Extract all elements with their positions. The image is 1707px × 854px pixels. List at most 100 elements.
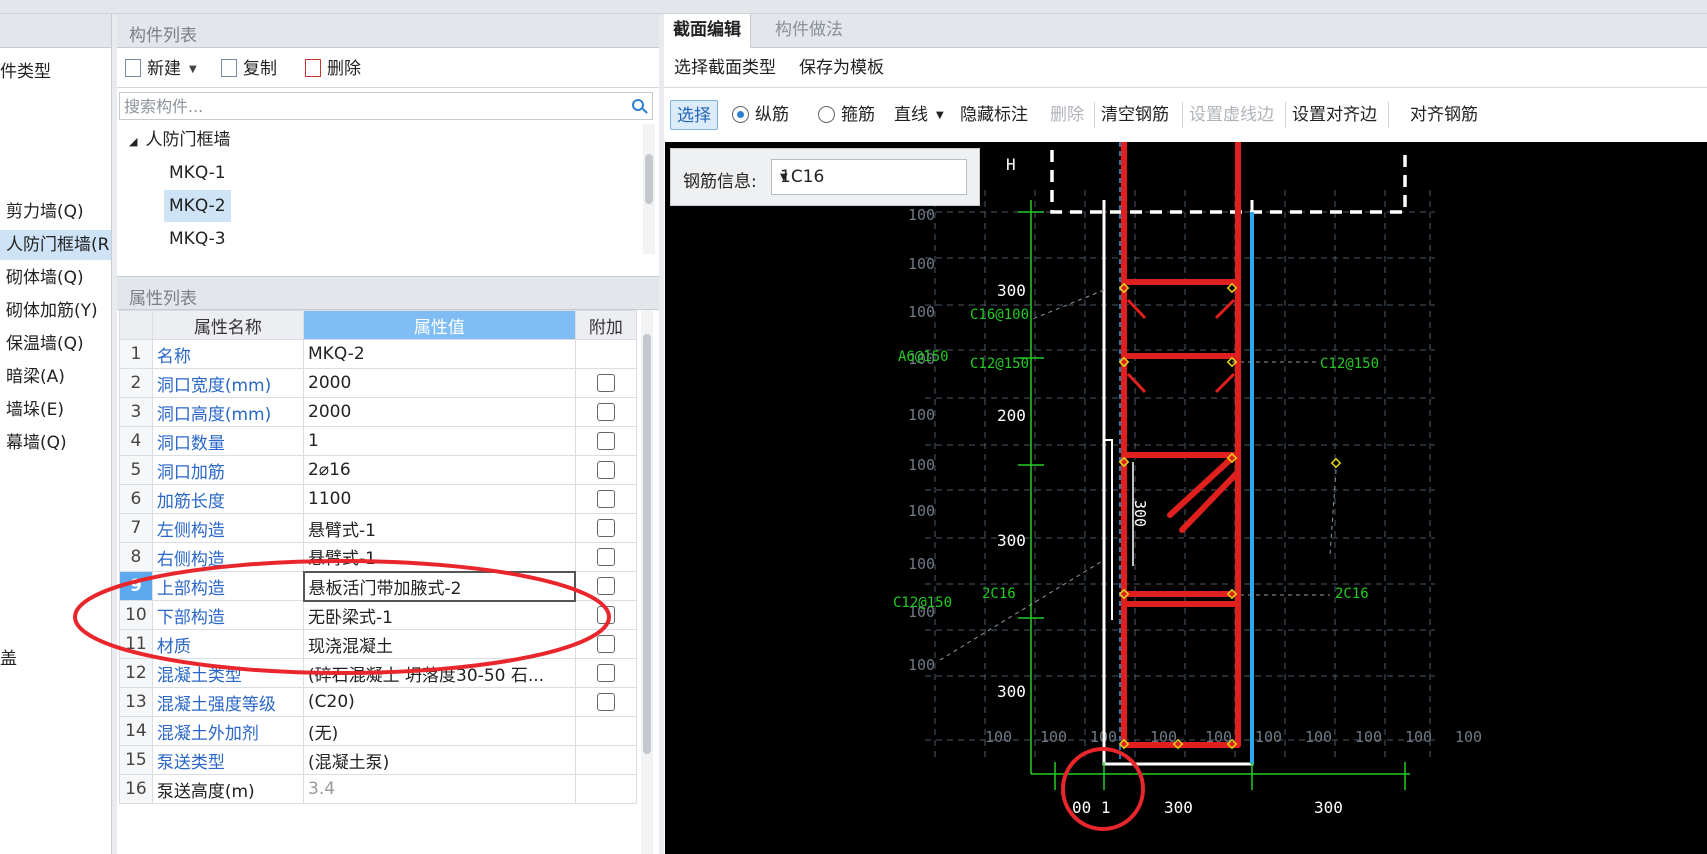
property-value[interactable]: MKQ-2	[303, 339, 576, 369]
extra-checkbox[interactable]	[596, 519, 615, 537]
bottom-dim-1: 00 1	[1072, 798, 1111, 817]
dim-left-1: 300	[997, 281, 1026, 300]
property-value[interactable]: 悬板活门带加腋式-2	[302, 570, 577, 602]
line-dropdown[interactable]: 直线 ▼	[894, 100, 944, 130]
copy-button[interactable]: 复制	[221, 56, 277, 82]
tab-component-method[interactable]: 构件做法	[766, 14, 852, 48]
property-value[interactable]: 无卧梁式-1	[303, 600, 576, 630]
delete-button[interactable]: 删除	[305, 56, 361, 82]
table-row[interactable]: 10 下部构造 无卧梁式-1	[119, 600, 638, 630]
select-button[interactable]: 选择	[670, 100, 718, 130]
table-row[interactable]: 4 洞口数量 1	[119, 426, 638, 456]
property-value[interactable]: 2⌀16	[303, 455, 576, 485]
property-value[interactable]: 2000	[303, 397, 576, 427]
table-row[interactable]: 11 材质 现浇混凝土	[119, 629, 638, 659]
extra-checkbox[interactable]	[596, 693, 615, 711]
collapse-triangle-icon[interactable]: ◢	[129, 135, 137, 148]
tree-item-curtain-wall[interactable]: 幕墙(Q)	[6, 428, 67, 458]
table-row[interactable]: 7 左侧构造 悬臂式-1	[119, 513, 638, 543]
table-row[interactable]: 1 名称 MKQ-2	[119, 339, 638, 369]
extra-checkbox[interactable]	[596, 664, 615, 682]
tree-item-hidden-beam[interactable]: 暗梁(A)	[6, 362, 65, 392]
new-button[interactable]: 新建 ▼	[125, 56, 197, 82]
table-row[interactable]: 16 泵送高度(m) 3.4	[119, 774, 638, 804]
property-value[interactable]: (混凝土泵)	[303, 745, 576, 775]
component-item-mkq2[interactable]: MKQ-2	[164, 190, 231, 222]
property-value[interactable]: 2000	[303, 368, 576, 398]
component-tree-scrollbar[interactable]	[643, 124, 655, 254]
extra-checkbox[interactable]	[596, 432, 615, 450]
dim-left-2: 200	[997, 406, 1026, 425]
rebar-label-c12-150-left: C12@150	[970, 356, 1029, 372]
radio-unchecked-icon	[818, 106, 835, 123]
extra-checkbox[interactable]	[596, 461, 615, 479]
extra-checkbox[interactable]	[596, 374, 615, 392]
extra-cell	[574, 368, 638, 398]
table-row[interactable]: 15 泵送类型 (混凝土泵)	[119, 745, 638, 775]
tree-item-masonry-wall[interactable]: 砌体墙(Q)	[6, 263, 84, 293]
property-list-header: 属性列表	[117, 276, 659, 310]
table-row[interactable]: 14 混凝土外加剂 (无)	[119, 716, 638, 746]
property-value[interactable]: (碎石混凝土 坍落度30-50 石...	[303, 658, 576, 688]
table-row[interactable]: 9 上部构造 悬板活门带加腋式-2	[119, 570, 638, 602]
property-value[interactable]: 悬臂式-1	[303, 513, 576, 543]
component-group[interactable]: ◢ 人防门框墙	[129, 124, 230, 156]
scrollbar-thumb[interactable]	[643, 334, 651, 754]
rebar-annotations: C16@100 A6@150 C12@150 C12@150 2C16 2C16…	[893, 307, 1379, 611]
grid-label: 100	[908, 656, 935, 674]
tree-item-civil-defense-door-wall[interactable]: 人防门框墙(R	[0, 230, 111, 260]
tree-item-insulation-wall[interactable]: 保温墙(Q)	[6, 329, 84, 359]
table-row[interactable]: 2 洞口宽度(mm) 2000	[119, 368, 638, 398]
property-name-header[interactable]: 属性名称	[151, 310, 305, 340]
table-row[interactable]: 5 洞口加筋 2⌀16	[119, 455, 638, 485]
extra-checkbox[interactable]	[596, 606, 615, 624]
component-item-mkq1[interactable]: MKQ-1	[169, 157, 226, 189]
table-row[interactable]: 8 右侧构造 悬臂式-1	[119, 542, 638, 572]
search-icon[interactable]	[632, 99, 644, 111]
stirrup-radio[interactable]: 箍筋	[818, 100, 875, 130]
dim-left-3: 300	[997, 531, 1026, 550]
property-table-scrollbar[interactable]	[641, 310, 653, 854]
select-section-type-button[interactable]: 选择截面类型	[674, 53, 776, 83]
set-align-edge-button[interactable]: 设置对齐边	[1292, 100, 1377, 130]
clear-rebar-button[interactable]: 清空钢筋	[1101, 100, 1169, 130]
table-row[interactable]: 13 混凝土强度等级 (C20)	[119, 687, 638, 717]
longitudinal-rebar-radio[interactable]: 纵筋	[732, 100, 789, 130]
property-value[interactable]: 3.4	[303, 774, 576, 804]
property-value[interactable]: 悬臂式-1	[303, 542, 576, 572]
rebar-label-2c16-right: 2C16	[1335, 586, 1369, 602]
extra-checkbox[interactable]	[596, 548, 615, 566]
property-value[interactable]: 1100	[303, 484, 576, 514]
delete-rebar-button[interactable]: 删除	[1050, 100, 1084, 130]
extra-checkbox[interactable]	[596, 490, 615, 508]
tree-item-masonry-reinforcement[interactable]: 砌体加筋(Y)	[6, 296, 98, 326]
hide-mark-button[interactable]: 隐藏标注	[960, 100, 1028, 130]
rebar-info-select[interactable]: 1C16 ▼	[771, 159, 967, 195]
table-row[interactable]: 12 混凝土类型 (碎石混凝土 坍落度30-50 石...	[119, 658, 638, 688]
tree-item-shear-wall[interactable]: 剪力墙(Q)	[6, 197, 84, 227]
table-row[interactable]: 6 加筋长度 1100	[119, 484, 638, 514]
tree-item-cover[interactable]: 盖	[0, 644, 17, 669]
property-value-header[interactable]: 属性值	[303, 310, 576, 340]
set-dashed-edge-button[interactable]: 设置虚线边	[1189, 100, 1274, 130]
rebar-point[interactable]	[1330, 457, 1342, 469]
property-value[interactable]: (无)	[303, 716, 576, 746]
extra-checkbox[interactable]	[597, 577, 616, 595]
property-extra-header[interactable]: 附加	[574, 310, 638, 340]
extra-cell	[574, 426, 638, 456]
section-drawing-canvas[interactable]: 100 100 100 100 100 100 100 100 100 100 100 100 100 1…	[665, 142, 1707, 854]
property-value[interactable]: (C20)	[303, 687, 576, 717]
extra-checkbox[interactable]	[596, 635, 615, 653]
save-as-template-button[interactable]: 保存为模板	[799, 53, 884, 83]
align-rebar-button[interactable]: 对齐钢筋	[1410, 100, 1478, 130]
bottom-grid-label: 100	[1405, 728, 1432, 746]
extra-checkbox[interactable]	[596, 403, 615, 421]
property-value[interactable]: 现浇混凝土	[303, 629, 576, 659]
property-value[interactable]: 1	[303, 426, 576, 456]
component-item-mkq3[interactable]: MKQ-3	[169, 223, 226, 254]
scrollbar-thumb[interactable]	[645, 154, 653, 204]
tree-item-wall-pier[interactable]: 墙垛(E)	[6, 395, 64, 425]
component-search-input[interactable]	[120, 93, 610, 119]
tab-section-edit[interactable]: 截面编辑	[664, 14, 751, 48]
table-row[interactable]: 3 洞口高度(mm) 2000	[119, 397, 638, 427]
